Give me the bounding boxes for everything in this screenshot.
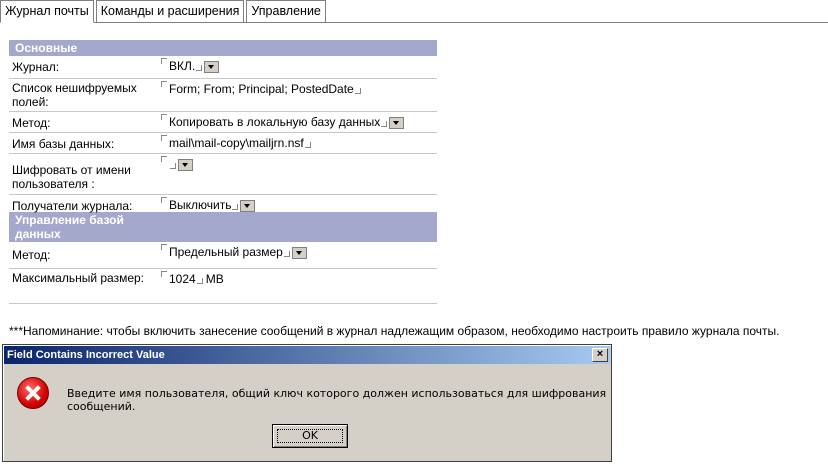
encrypt-user-dropdown-button[interactable] bbox=[178, 159, 193, 171]
max-size-unit: MB bbox=[205, 272, 224, 286]
tab-management[interactable]: Управление bbox=[246, 0, 326, 22]
section-db-management: Управление базой данных bbox=[9, 212, 437, 242]
recipients-value: Выключить bbox=[169, 198, 232, 212]
encrypt-user-label: Шифровать от имени пользователя : bbox=[12, 163, 131, 191]
row-db-method: Метод: Предельный размер bbox=[9, 242, 437, 269]
error-dialog: Field Contains Incorrect Value × Введите… bbox=[2, 344, 612, 462]
tab-mail-journal[interactable]: Журнал почты bbox=[0, 0, 94, 23]
db-method-field[interactable]: Предельный размер bbox=[161, 242, 437, 268]
row-method: Метод: Копировать в локальную базу данны… bbox=[9, 112, 437, 133]
db-method-value: Предельный размер bbox=[169, 245, 283, 259]
error-icon bbox=[17, 377, 49, 409]
row-journal: Журнал: ВКЛ. bbox=[9, 56, 437, 79]
dialog-title-bar: Field Contains Incorrect Value × bbox=[4, 346, 610, 364]
recipients-field[interactable]: Выключить bbox=[161, 195, 437, 212]
db-management-title: Управление базой данных bbox=[15, 213, 124, 241]
max-size-label: Максимальный размер: bbox=[12, 271, 145, 285]
db-method-label: Метод: bbox=[12, 248, 51, 262]
dbname-label: Имя базы данных: bbox=[12, 137, 115, 151]
dbname-field[interactable]: mail\mail-copy\mailjrn.nsf bbox=[161, 133, 437, 153]
row-dbname: Имя базы данных: mail\mail-copy\mailjrn.… bbox=[9, 133, 437, 154]
unencrypted-value: Form; From; Principal; PostedDate bbox=[169, 82, 354, 96]
encrypt-user-field[interactable] bbox=[161, 154, 437, 194]
journal-value: ВКЛ. bbox=[169, 59, 196, 73]
max-size-value: 1024 bbox=[169, 272, 196, 286]
dialog-title: Field Contains Incorrect Value bbox=[7, 349, 165, 361]
recipients-dropdown-button[interactable] bbox=[240, 200, 256, 212]
tab-commands-extensions[interactable]: Команды и расширения bbox=[95, 0, 245, 22]
section-basic: Основные bbox=[9, 40, 437, 56]
method-value: Копировать в локальную базу данных bbox=[169, 115, 381, 129]
unencrypted-field[interactable]: Form; From; Principal; PostedDate bbox=[161, 79, 437, 111]
row-encrypt-user: Шифровать от имени пользователя : bbox=[9, 154, 437, 195]
row-max-size: Максимальный размер: 1024 MB bbox=[9, 269, 437, 304]
journal-form: Основные Журнал: ВКЛ. Список нешифруемых… bbox=[9, 40, 437, 304]
row-recipients: Получатели журнала: Выключить bbox=[9, 195, 437, 213]
journal-field[interactable]: ВКЛ. bbox=[161, 56, 437, 78]
dbname-value: mail\mail-copy\mailjrn.nsf bbox=[169, 136, 304, 150]
journal-dropdown-button[interactable] bbox=[204, 61, 220, 73]
journal-label: Журнал: bbox=[12, 60, 60, 74]
dialog-message: Введите имя пользователя, общий ключ кот… bbox=[67, 387, 607, 413]
unencrypted-label: Список нешифруемых полей: bbox=[12, 81, 137, 109]
method-field[interactable]: Копировать в локальную базу данных bbox=[161, 112, 437, 132]
close-icon: × bbox=[596, 348, 604, 360]
reminder-note: ***Напоминание: чтобы включить занесение… bbox=[9, 324, 780, 338]
method-label: Метод: bbox=[12, 116, 51, 130]
tab-divider bbox=[0, 22, 828, 23]
db-method-dropdown-button[interactable] bbox=[291, 247, 307, 259]
ok-button[interactable]: OK bbox=[272, 424, 348, 448]
close-button[interactable]: × bbox=[592, 348, 608, 362]
max-size-field[interactable]: 1024 MB bbox=[161, 269, 437, 303]
tab-bar: Журнал почты Команды и расширения Управл… bbox=[0, 0, 328, 23]
row-unencrypted-fields: Список нешифруемых полей: Form; From; Pr… bbox=[9, 79, 437, 112]
recipients-label: Получатели журнала: bbox=[12, 199, 133, 213]
ok-focus-ring bbox=[277, 429, 343, 443]
method-dropdown-button[interactable] bbox=[389, 117, 405, 129]
